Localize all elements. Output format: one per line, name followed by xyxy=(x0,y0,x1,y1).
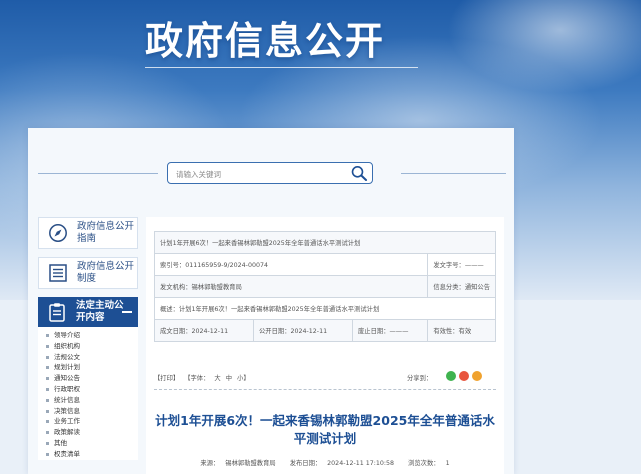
qzone-share-icon[interactable] xyxy=(472,371,482,381)
print-button[interactable]: 【打印】 xyxy=(154,375,179,382)
sidebar-subitem[interactable]: 通知公告 xyxy=(38,373,138,384)
sidebar-subitem[interactable]: 业务工作 xyxy=(38,416,138,427)
article-meta: 来源： 锡林郭勒盟教育局 发布日期： 2024-12-11 17:10:58 浏览次… xyxy=(154,458,496,467)
page-title: 政府信息公开 xyxy=(145,19,386,63)
sidebar-item-guide[interactable]: 政府信息公开指南 xyxy=(38,217,138,249)
sidebar-subitem[interactable]: 统计信息 xyxy=(38,395,138,406)
article-content: 计划1年开展6次！一起来香锡林郭勒盟2025年全年普通话水平测试计划 索引号：0… xyxy=(146,217,504,474)
meta-index-title: 计划1年开展6次！一起来香锡林郭勒盟2025年全年普通话水平测试计划 xyxy=(154,231,496,254)
sidebar-subitem[interactable]: 组织机构 xyxy=(38,341,138,352)
compass-icon xyxy=(49,224,67,242)
sidebar-subitem[interactable]: 规划计划 xyxy=(38,362,138,373)
sidebar-item-label: 法定主动公开内容 xyxy=(76,300,124,323)
sidebar-item-system[interactable]: 政府信息公开制度 xyxy=(38,257,138,289)
share-label: 分享到： xyxy=(407,375,433,382)
meta-published: 公开日期：2024-12-11 xyxy=(253,319,353,342)
meta-doc-no: 发文字号：——— xyxy=(427,253,496,276)
meta-category: 信息分类：通知公告 xyxy=(427,275,496,298)
toolbar-divider xyxy=(154,389,496,390)
article-source: 来源： 锡林郭勒盟教育局 xyxy=(200,460,276,467)
meta-created: 成文日期：2024-12-11 xyxy=(154,319,254,342)
sidebar-subitem[interactable]: 其他 xyxy=(38,438,138,449)
metadata-table: 计划1年开展6次！一起来香锡林郭勒盟2025年全年普通话水平测试计划 索引号：0… xyxy=(153,231,496,342)
sidebar-item-proactive[interactable]: 法定主动公开内容 xyxy=(38,297,138,327)
search-bar xyxy=(28,128,514,214)
collapse-icon[interactable] xyxy=(122,311,132,313)
meta-validity: 有效性：有效 xyxy=(427,319,496,342)
search-left-rule xyxy=(38,173,158,174)
font-large-button[interactable]: 大 xyxy=(214,375,220,382)
sidebar: 政府信息公开指南 政府信息公开制度 法定主动公开内容 领导介绍 组织机构 法规公… xyxy=(38,217,138,460)
sidebar-item-label: 政府信息公开制度 xyxy=(77,261,135,284)
article-views: 浏览次数： 1 xyxy=(408,460,450,467)
meta-summary: 概述：计划1年开展6次！一起来香锡林郭勒盟2025年全年普通话水平测试计划 xyxy=(154,297,496,320)
font-size-label: 【字体： xyxy=(184,375,210,382)
sidebar-subitem[interactable]: 决策信息 xyxy=(38,406,138,417)
weibo-share-icon[interactable] xyxy=(459,371,469,381)
sidebar-subitem[interactable]: 领导介绍 xyxy=(38,330,138,341)
search-input[interactable] xyxy=(174,165,348,183)
font-medium-button[interactable]: 中 xyxy=(226,375,232,382)
meta-issuer: 发文机构：锡林郭勒盟教育局 xyxy=(153,275,429,298)
sidebar-item-label: 政府信息公开指南 xyxy=(77,221,135,244)
article-date: 发布日期： 2024-12-11 17:10:58 xyxy=(289,460,395,467)
sidebar-sub-list: 领导介绍 组织机构 法规公文 规划计划 通知公告 行政职权 统计信息 决策信息 … xyxy=(38,327,138,460)
wechat-share-icon[interactable] xyxy=(446,371,456,381)
search-box xyxy=(167,162,373,184)
sidebar-subitem[interactable]: 政策解读 xyxy=(38,427,138,438)
meta-index-no: 索引号：011165959-9/2024-00074 xyxy=(153,253,429,276)
title-underline xyxy=(145,67,418,68)
document-list-icon xyxy=(49,264,67,282)
article-title: 计划1年开展6次！一起来香锡林郭勒盟2025年全年普通话水平测试计划 xyxy=(155,413,495,446)
print-font-controls: 【打印】 【字体： 大 中 小】 xyxy=(154,373,253,382)
font-small-button[interactable]: 小】 xyxy=(237,375,250,382)
sidebar-subitem[interactable]: 行政职权 xyxy=(38,384,138,395)
main-panel: 政府信息公开指南 政府信息公开制度 法定主动公开内容 领导介绍 组织机构 xyxy=(28,128,514,474)
search-icon[interactable] xyxy=(350,165,368,181)
sidebar-subitem[interactable]: 法规公文 xyxy=(38,352,138,363)
sidebar-subitem[interactable]: 权责清单 xyxy=(38,449,138,460)
search-right-rule xyxy=(401,173,506,174)
article-toolbar: 【打印】 【字体： 大 中 小】 分享到： xyxy=(154,370,496,384)
clipboard-icon xyxy=(49,303,65,322)
meta-abolished: 废止日期：——— xyxy=(351,319,429,342)
